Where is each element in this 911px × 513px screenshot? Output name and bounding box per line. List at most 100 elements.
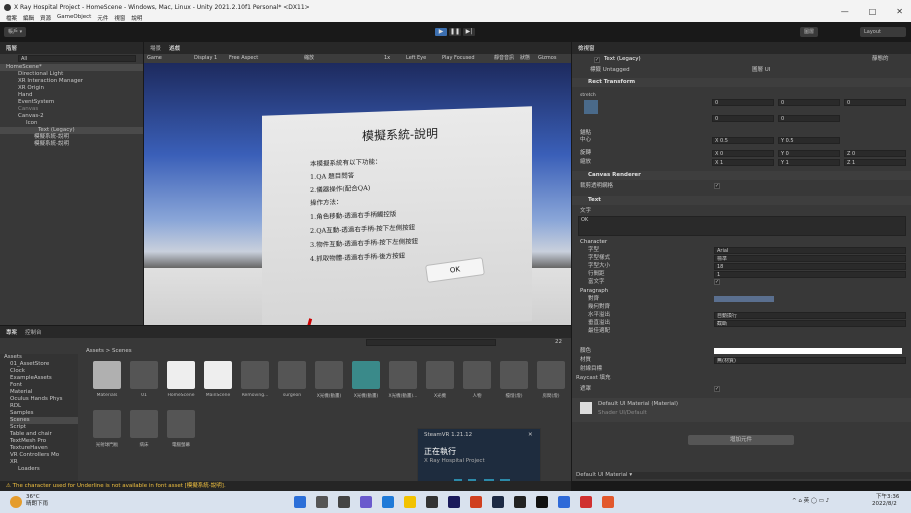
folder-item[interactable]: ExampleAssets: [10, 375, 52, 382]
asset-item[interactable]: Materials: [90, 361, 124, 398]
scale-x-field[interactable]: X 1: [712, 159, 774, 166]
object-name[interactable]: Text (Legacy): [604, 56, 641, 63]
project-search[interactable]: [366, 339, 496, 346]
game-viewport[interactable]: 模擬系統-說明 本模擬系統有以下功能： 1.QA 題目問答 2.儀器操作(配合Q…: [144, 63, 571, 325]
folder-item[interactable]: TextMesh Pro: [10, 438, 46, 445]
steamvr-close-icon[interactable]: ✕: [528, 432, 533, 439]
chrome-icon[interactable]: [580, 496, 592, 508]
clock-time[interactable]: 下午3:36: [876, 494, 899, 501]
steamvr-taskbar-icon[interactable]: [558, 496, 570, 508]
folder-item[interactable]: Assets: [4, 354, 22, 361]
maskable-checkbox[interactable]: ✓: [714, 386, 720, 392]
chat-icon[interactable]: [360, 496, 372, 508]
menu-help[interactable]: 說明: [131, 14, 142, 22]
unity-hub-icon[interactable]: [514, 496, 526, 508]
line-spacing-field[interactable]: 1: [714, 271, 906, 278]
material-footer[interactable]: Default UI Material ▾: [576, 472, 911, 479]
text-area[interactable]: OK: [578, 216, 906, 236]
anchor-preset-button[interactable]: [584, 100, 598, 114]
tab-project[interactable]: 專案: [6, 328, 17, 336]
app-icon[interactable]: [470, 496, 482, 508]
pos-x-field[interactable]: 0: [712, 99, 774, 106]
raycast-padding-foldout[interactable]: Raycast 填充: [576, 375, 611, 382]
hierarchy-item[interactable]: 模擬系統-說明: [0, 141, 69, 148]
game-mode-dropdown[interactable]: Game: [147, 54, 162, 63]
mute-audio-button[interactable]: 靜音音訊: [494, 54, 514, 63]
asset-item[interactable]: Removing...: [238, 361, 272, 398]
tab-game[interactable]: 遊戲: [169, 44, 180, 52]
tab-console[interactable]: 控制台: [25, 328, 42, 336]
rich-text-checkbox[interactable]: ✓: [714, 279, 720, 285]
eye-dropdown[interactable]: Left Eye: [406, 54, 426, 63]
display-dropdown[interactable]: Display 1: [194, 54, 217, 63]
canvas-renderer-header[interactable]: Canvas Renderer: [572, 171, 911, 180]
pivot-x-field[interactable]: X 0.5: [712, 137, 774, 144]
menu-window[interactable]: 視窗: [114, 14, 125, 22]
material-name[interactable]: Default UI Material (Material): [598, 401, 678, 408]
scale-y-field[interactable]: Y 1: [778, 159, 840, 166]
rot-z-field[interactable]: Z 0: [844, 150, 906, 157]
rot-x-field[interactable]: X 0: [712, 150, 774, 157]
pos-z-field[interactable]: 0: [844, 99, 906, 106]
rot-y-field[interactable]: Y 0: [778, 150, 840, 157]
tab-inspector[interactable]: 檢視窗: [578, 44, 595, 52]
hierarchy-item[interactable]: HomeScene*: [0, 64, 143, 71]
explorer-icon[interactable]: [404, 496, 416, 508]
hierarchy-item[interactable]: XR Interaction Manager: [0, 78, 83, 85]
font-field[interactable]: Arial: [714, 247, 906, 254]
font-size-field[interactable]: 18: [714, 263, 906, 270]
folder-item[interactable]: Scenes: [10, 417, 78, 424]
play-button[interactable]: ▶: [435, 28, 447, 36]
tag-dropdown[interactable]: 標籤 Untagged: [590, 67, 630, 74]
width-field[interactable]: 0: [712, 115, 774, 122]
tray-icons[interactable]: ^ ⌂ 英 ◯ ▭ ♪: [792, 498, 829, 505]
folder-item[interactable]: XR: [10, 459, 18, 466]
layout-dropdown[interactable]: Layout: [860, 27, 906, 37]
minimize-button[interactable]: —: [841, 7, 849, 16]
play-focused-dropdown[interactable]: Play Focused: [442, 54, 475, 63]
gizmos-button[interactable]: Gizmos: [538, 54, 556, 63]
cull-checkbox[interactable]: ✓: [714, 183, 720, 189]
add-component-button[interactable]: 增加元件: [688, 435, 794, 445]
rect-transform-header[interactable]: Rect Transform: [572, 78, 911, 87]
pos-y-field[interactable]: 0: [778, 99, 840, 106]
folder-item[interactable]: RDL: [10, 403, 21, 410]
menu-file[interactable]: 檔案: [6, 14, 17, 22]
steam-icon[interactable]: [492, 496, 504, 508]
menu-assets[interactable]: 資源: [40, 14, 51, 22]
tab-scene[interactable]: 場景: [150, 44, 161, 52]
asset-item[interactable]: 房間(燈): [534, 361, 568, 399]
height-field[interactable]: 0: [778, 115, 840, 122]
alignment-buttons[interactable]: [714, 296, 774, 302]
hierarchy-item[interactable]: Text (Legacy): [0, 127, 143, 134]
folder-item[interactable]: Font: [10, 382, 22, 389]
menu-edit[interactable]: 編輯: [23, 14, 34, 22]
hierarchy-item[interactable]: XR Origin: [0, 85, 44, 92]
horizontal-overflow-dropdown[interactable]: 自動換行: [714, 312, 906, 319]
clock-date[interactable]: 2022/8/2: [872, 501, 897, 508]
folder-item[interactable]: VR Controllers Mo: [10, 452, 59, 459]
text-component-header[interactable]: Text: [572, 196, 911, 205]
material-field[interactable]: 無(材質): [714, 357, 906, 364]
layers-dropdown[interactable]: 圖層: [800, 27, 819, 37]
font-style-dropdown[interactable]: 標準: [714, 255, 906, 262]
tab-hierarchy[interactable]: 階層: [6, 44, 17, 52]
hierarchy-item[interactable]: Hand: [0, 92, 32, 99]
step-button[interactable]: ▶|: [463, 28, 475, 36]
asset-item[interactable]: X光機(動畫)...: [386, 361, 420, 399]
console-status-bar[interactable]: ⚠ The character used for Underline is no…: [0, 481, 571, 491]
shader-dropdown[interactable]: Shader UI/Default: [598, 410, 647, 417]
anchors-foldout[interactable]: 錨點: [580, 130, 591, 137]
active-checkbox[interactable]: ✓: [594, 57, 600, 63]
menu-gameobject[interactable]: GameObject: [57, 14, 91, 22]
folder-item[interactable]: Material: [10, 389, 32, 396]
scale-z-field[interactable]: Z 1: [844, 159, 906, 166]
folder-item[interactable]: Clock: [10, 368, 25, 375]
folder-item[interactable]: 01_AssetStore: [10, 361, 49, 368]
task-view-icon[interactable]: [338, 496, 350, 508]
folder-item[interactable]: Loaders: [18, 466, 40, 473]
hierarchy-item[interactable]: Directional Light: [0, 71, 63, 78]
stats-button[interactable]: 狀態: [520, 54, 530, 63]
edge-icon[interactable]: [382, 496, 394, 508]
unity-icon[interactable]: [536, 496, 548, 508]
